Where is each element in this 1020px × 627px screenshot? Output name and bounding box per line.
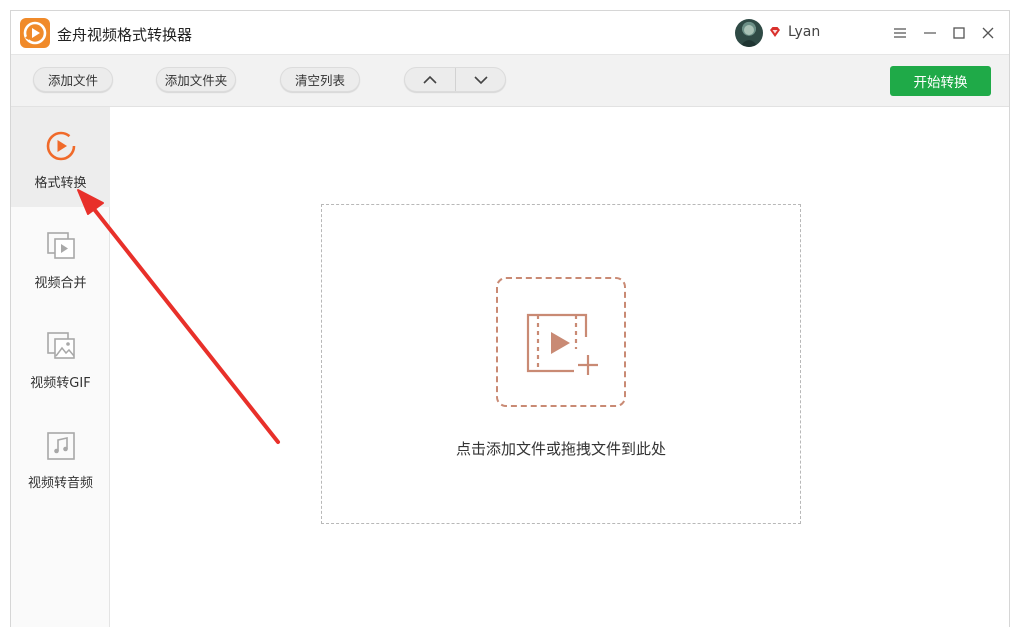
format-convert-icon <box>46 131 76 161</box>
app-logo-icon <box>20 18 50 48</box>
sidebar-item-label: 视频转音频 <box>27 476 93 491</box>
chevron-down-icon <box>473 75 488 84</box>
add-folder-button[interactable]: 添加文件夹 <box>156 67 236 92</box>
sidebar-item-format-convert[interactable]: 格式转换 <box>11 107 110 207</box>
sidebar-item-video-to-gif[interactable]: 视频转GIF <box>11 307 110 407</box>
main-area: 点击添加文件或拖拽文件到此处 <box>111 107 1009 627</box>
video-to-gif-icon <box>47 332 75 359</box>
chevron-up-icon <box>423 75 437 84</box>
app-title: 金舟视频格式转换器 <box>57 26 193 44</box>
menu-icon[interactable] <box>888 21 912 45</box>
avatar[interactable] <box>735 19 763 47</box>
add-file-button[interactable]: 添加文件 <box>33 67 113 92</box>
reorder-group <box>404 67 506 92</box>
sidebar-item-label: 视频合并 <box>34 276 87 291</box>
sidebar-item-video-merge[interactable]: 视频合并 <box>11 207 110 307</box>
start-convert-button[interactable]: 开始转换 <box>890 66 991 96</box>
toolbar: 添加文件 添加文件夹 清空列表 开始转换 <box>11 55 1009 107</box>
move-down-button[interactable] <box>455 68 505 91</box>
app-window: 金舟视频格式转换器 Lyan 添加文件 添加文件夹 清空列表 开始转换 格式转换… <box>10 10 1010 627</box>
user-name[interactable]: Lyan <box>788 24 820 40</box>
minimize-icon[interactable] <box>918 21 942 45</box>
sidebar-item-video-to-audio[interactable]: 视频转音频 <box>11 407 110 507</box>
file-drop-zone[interactable]: 点击添加文件或拖拽文件到此处 <box>321 204 801 524</box>
video-to-audio-icon <box>47 432 75 460</box>
sidebar-item-label: 视频转GIF <box>30 376 91 391</box>
move-up-button[interactable] <box>405 68 455 91</box>
maximize-icon[interactable] <box>947 21 971 45</box>
clear-list-button[interactable]: 清空列表 <box>280 67 360 92</box>
drop-icon-frame <box>496 277 626 407</box>
close-icon[interactable] <box>976 21 1000 45</box>
sidebar-item-label: 格式转换 <box>34 176 87 191</box>
drop-hint-text: 点击添加文件或拖拽文件到此处 <box>455 440 666 458</box>
video-merge-icon <box>47 232 75 259</box>
sidebar: 格式转换 视频合并 视频转GIF 视频转音频 <box>11 107 110 627</box>
title-bar: 金舟视频格式转换器 Lyan <box>11 11 1009 55</box>
add-video-icon <box>526 313 598 375</box>
vip-diamond-icon <box>770 27 780 37</box>
